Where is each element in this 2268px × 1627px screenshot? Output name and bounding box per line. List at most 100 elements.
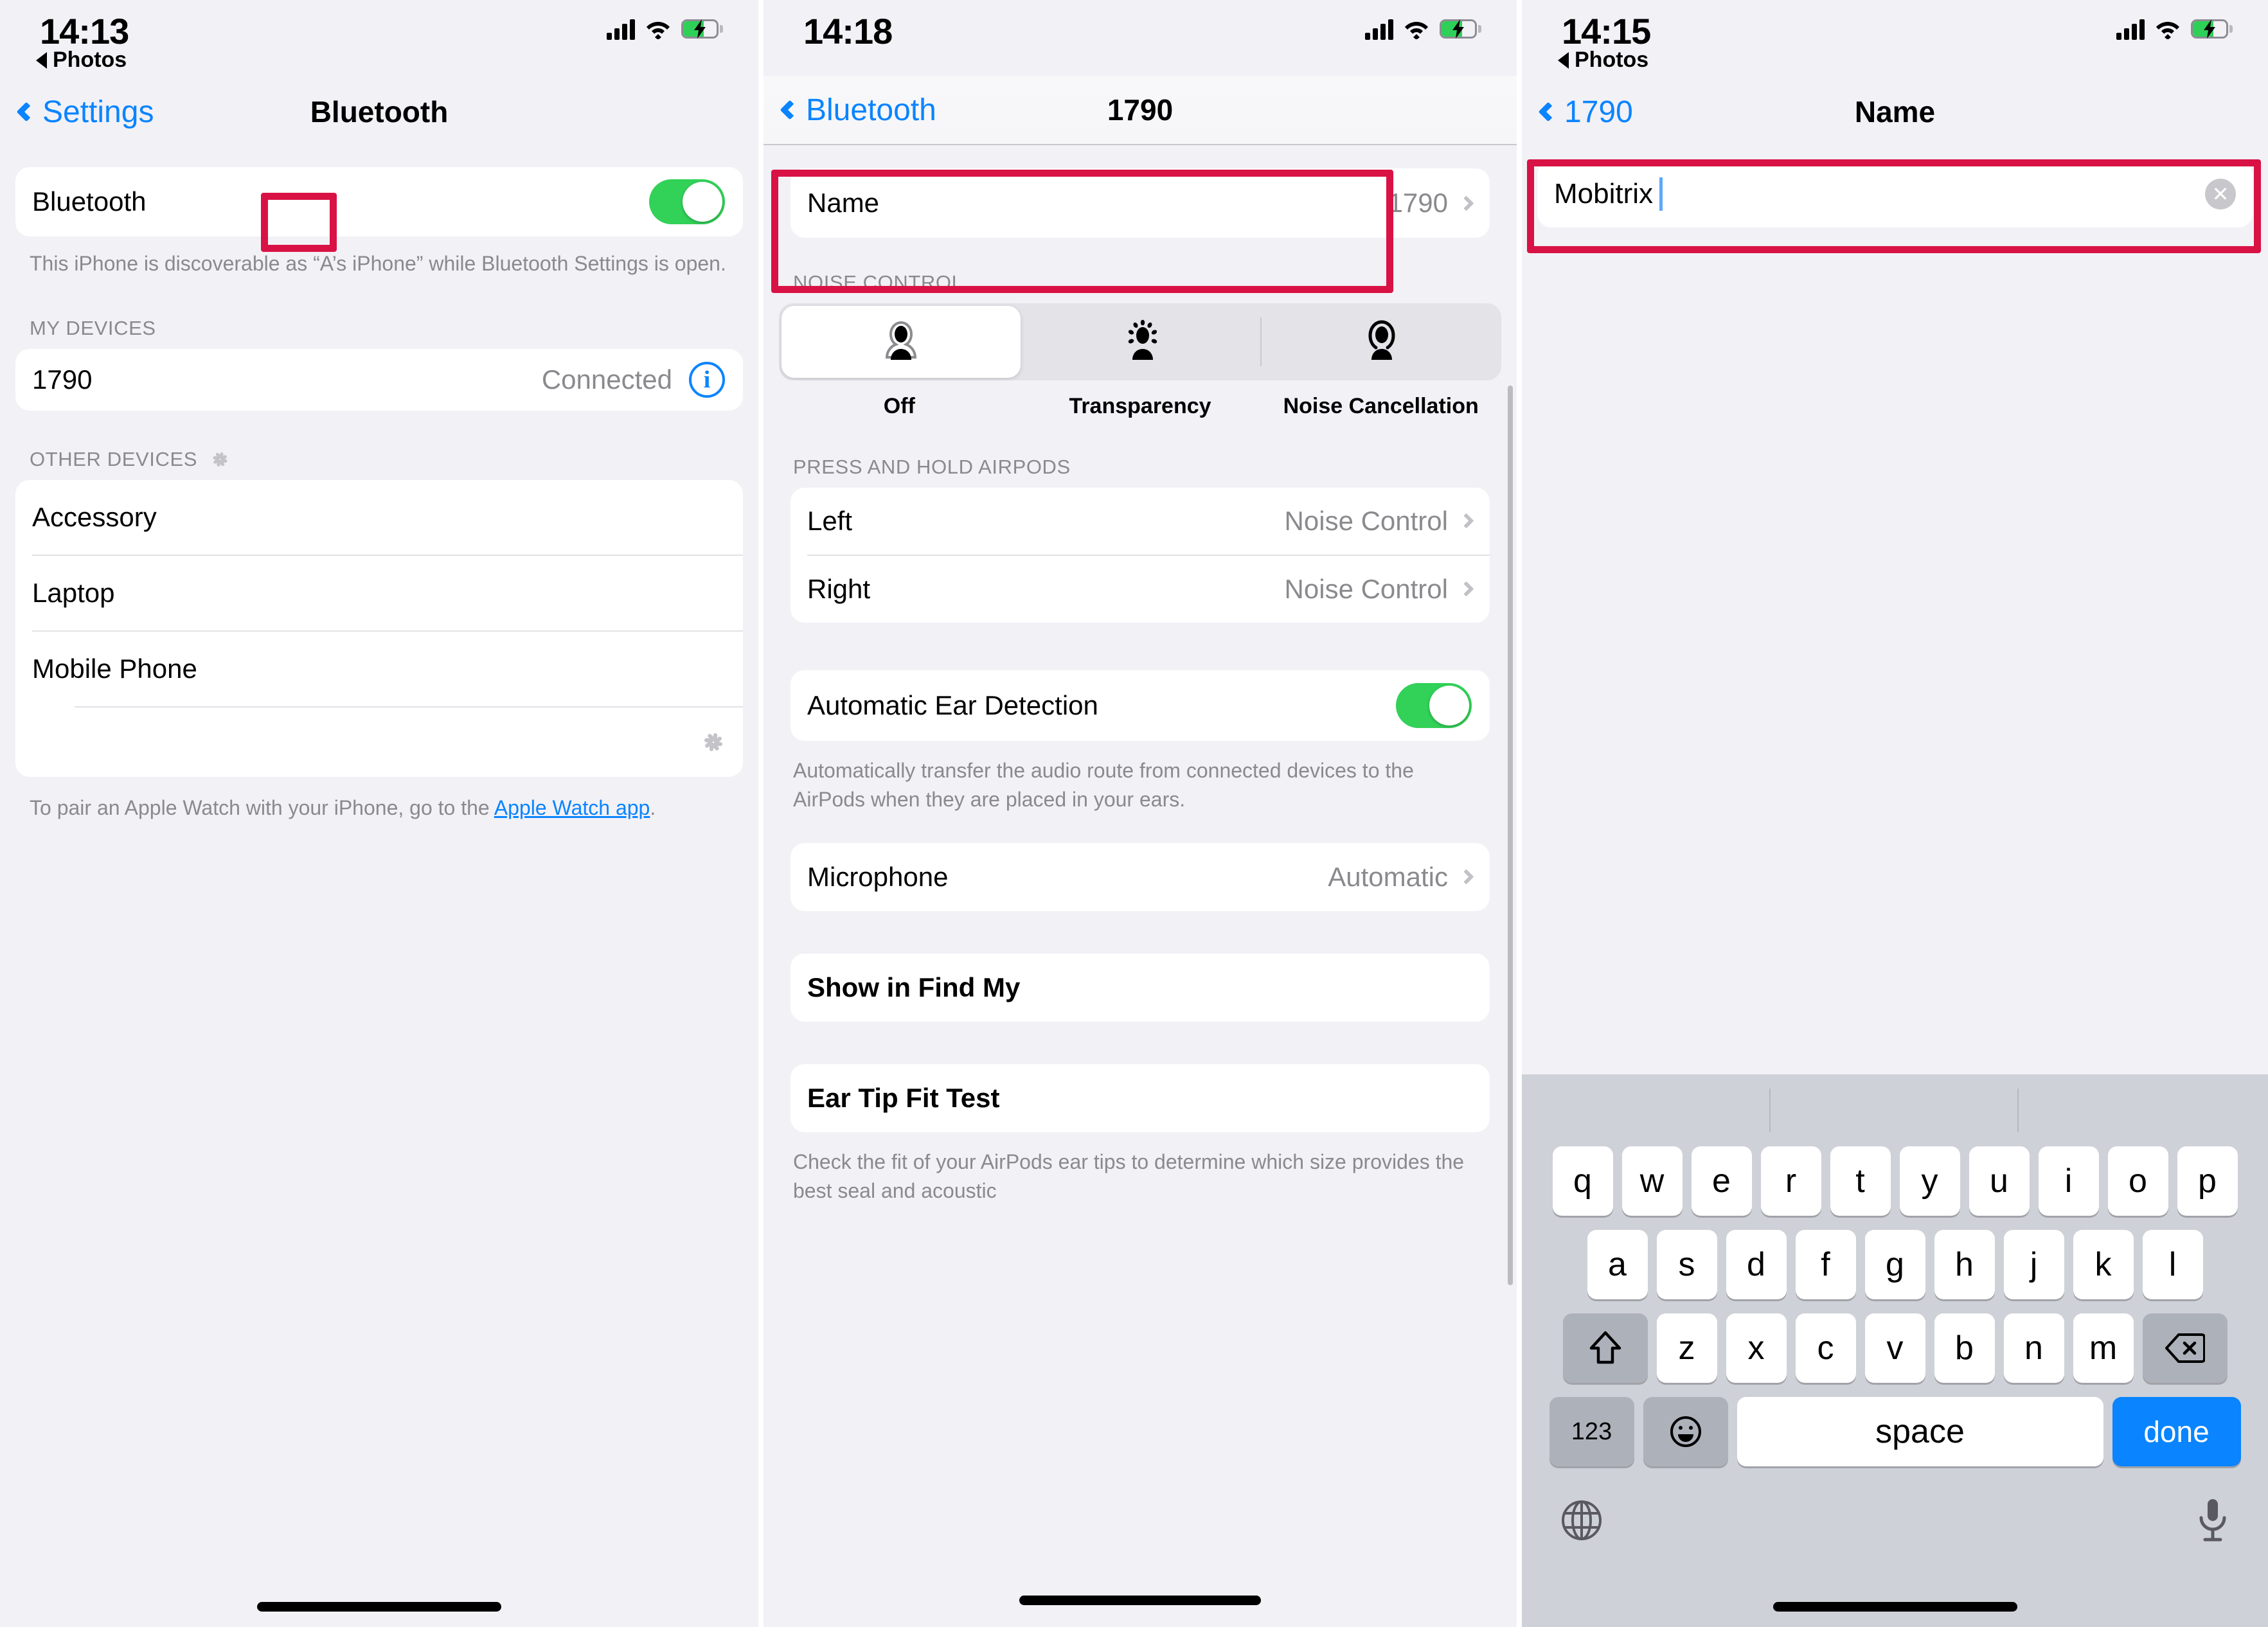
key-i[interactable]: i [2038, 1146, 2099, 1216]
press-hold-right-label: Right [807, 573, 871, 604]
key-e[interactable]: e [1691, 1146, 1752, 1216]
name-input-value: Mobitrix [1554, 178, 1654, 209]
key-u[interactable]: u [1969, 1146, 2030, 1216]
keyboard-row-3: z x c v b n m [1522, 1313, 2268, 1383]
microphone-card: Microphone Automatic [790, 842, 1490, 911]
press-hold-card: Left Noise Control Right Noise Control [790, 487, 1490, 623]
list-item[interactable]: Laptop [15, 556, 743, 630]
key-m[interactable]: m [2073, 1313, 2134, 1383]
status-bar-indicators [1365, 18, 1481, 40]
key-c[interactable]: c [1795, 1313, 1856, 1383]
key-t[interactable]: t [1830, 1146, 1891, 1216]
key-a[interactable]: a [1587, 1230, 1648, 1299]
status-bar-indicators [607, 18, 723, 40]
back-button-settings[interactable]: Settings [15, 94, 154, 130]
key-w[interactable]: w [1621, 1146, 1683, 1216]
globe-icon[interactable] [1560, 1499, 1603, 1545]
wifi-icon [1405, 22, 1428, 39]
numbers-key[interactable]: 123 [1549, 1397, 1634, 1466]
key-p[interactable]: p [2177, 1146, 2238, 1216]
name-value: 1790 [1388, 188, 1448, 218]
shift-arrow-icon[interactable] [1562, 1313, 1648, 1383]
space-key[interactable]: space [1737, 1397, 2103, 1466]
airpods-content: Name 1790 NOISE CONTROL Off Transparency… [763, 145, 1517, 1206]
bluetooth-toggle-switch[interactable] [649, 179, 725, 224]
back-button-bluetooth[interactable]: Bluetooth [779, 93, 936, 128]
key-n[interactable]: n [2003, 1313, 2064, 1383]
press-hold-row-right[interactable]: Right Noise Control [790, 556, 1490, 623]
key-s[interactable]: s [1656, 1230, 1717, 1299]
phone-screen-rename-airpods: 14:15 Photos 1790 Name Mobitrix ✕ q w e … [1522, 0, 2268, 1627]
key-j[interactable]: j [2003, 1230, 2064, 1299]
microphone-label: Microphone [807, 861, 949, 892]
ear-tip-fit-test-row[interactable]: Ear Tip Fit Test [790, 1064, 1490, 1132]
key-o[interactable]: o [2107, 1146, 2168, 1216]
return-app-label: Photos [53, 48, 127, 72]
page-title: Name [1854, 95, 1936, 129]
person-off-icon [885, 321, 917, 360]
status-bar-indicators [2116, 18, 2233, 40]
back-button-1790[interactable]: 1790 [1537, 94, 1633, 130]
key-y[interactable]: y [1899, 1146, 1960, 1216]
info-circle-icon[interactable]: i [689, 362, 725, 398]
key-x[interactable]: x [1726, 1313, 1787, 1383]
name-label: Name [807, 188, 880, 218]
segment-labels: Off Transparency Noise Cancellation [779, 392, 1501, 421]
find-my-card: Show in Find My [790, 953, 1490, 1022]
home-indicator [257, 1602, 501, 1612]
apple-watch-app-link[interactable]: Apple Watch app [494, 796, 650, 819]
other-devices-card: Accessory Laptop Mobile Phone [15, 480, 743, 778]
key-z[interactable]: z [1656, 1313, 1717, 1383]
noise-control-segmented: Off Transparency Noise Cancellation [779, 303, 1501, 421]
done-key[interactable]: done [2112, 1397, 2241, 1466]
chevron-left-icon [1538, 102, 1558, 122]
name-row[interactable]: Name 1790 [790, 168, 1490, 238]
clear-circle-icon[interactable]: ✕ [2205, 179, 2236, 209]
back-triangle-icon [1558, 51, 1569, 69]
name-input-field[interactable]: Mobitrix ✕ [1537, 161, 2253, 227]
person-noise-cancel-icon [1368, 320, 1395, 360]
device-status: Connected [541, 364, 672, 395]
key-h[interactable]: h [1934, 1230, 1995, 1299]
backspace-icon[interactable] [2142, 1313, 2228, 1383]
home-indicator [1772, 1602, 2017, 1612]
onscreen-keyboard: q w e r t y u i o p a s d f g h j k l z … [1522, 1074, 2268, 1627]
chevron-left-icon [16, 102, 37, 122]
list-item[interactable]: Accessory [15, 480, 743, 555]
bluetooth-toggle-row[interactable]: Bluetooth [15, 167, 743, 236]
return-to-photos-crumb[interactable]: Photos [1558, 48, 1648, 73]
show-in-find-my-row[interactable]: Show in Find My [790, 954, 1490, 1022]
key-l[interactable]: l [2142, 1230, 2203, 1299]
key-v[interactable]: v [1864, 1313, 1925, 1383]
battery-charging-icon [2191, 19, 2233, 39]
key-f[interactable]: f [1795, 1230, 1856, 1299]
press-hold-row-left[interactable]: Left Noise Control [790, 488, 1490, 555]
device-row-1790[interactable]: 1790 Connected i [15, 349, 743, 411]
segment-divider [1260, 317, 1262, 366]
keyboard-bottom-bar [1522, 1480, 2268, 1547]
key-k[interactable]: k [2073, 1230, 2134, 1299]
chevron-left-icon [780, 100, 800, 120]
microphone-icon[interactable] [2196, 1497, 2229, 1547]
ear-detection-row[interactable]: Automatic Ear Detection [790, 670, 1490, 741]
microphone-row[interactable]: Microphone Automatic [790, 843, 1490, 911]
segment-transparency[interactable] [1023, 303, 1262, 380]
segment-label-transparency: Transparency [1069, 394, 1211, 418]
emoji-smiley-icon[interactable] [1643, 1397, 1728, 1466]
ear-detection-toggle[interactable] [1396, 682, 1472, 728]
return-app-label: Photos [1575, 48, 1649, 72]
segment-off[interactable] [781, 306, 1021, 378]
battery-charging-icon [1440, 19, 1481, 39]
my-devices-card: 1790 Connected i [15, 349, 743, 411]
scroll-indicator[interactable] [1508, 386, 1513, 1285]
segment-noise-cancellation[interactable] [1262, 303, 1501, 380]
key-b[interactable]: b [1934, 1313, 1995, 1383]
keyboard-row-4: 123 space done [1522, 1397, 2268, 1466]
name-input-section: Mobitrix ✕ [1522, 147, 2268, 227]
return-to-photos-crumb[interactable]: Photos [36, 48, 127, 73]
key-g[interactable]: g [1864, 1230, 1925, 1299]
key-d[interactable]: d [1726, 1230, 1787, 1299]
list-item[interactable]: Mobile Phone [15, 632, 743, 706]
key-q[interactable]: q [1552, 1146, 1613, 1216]
key-r[interactable]: r [1760, 1146, 1821, 1216]
